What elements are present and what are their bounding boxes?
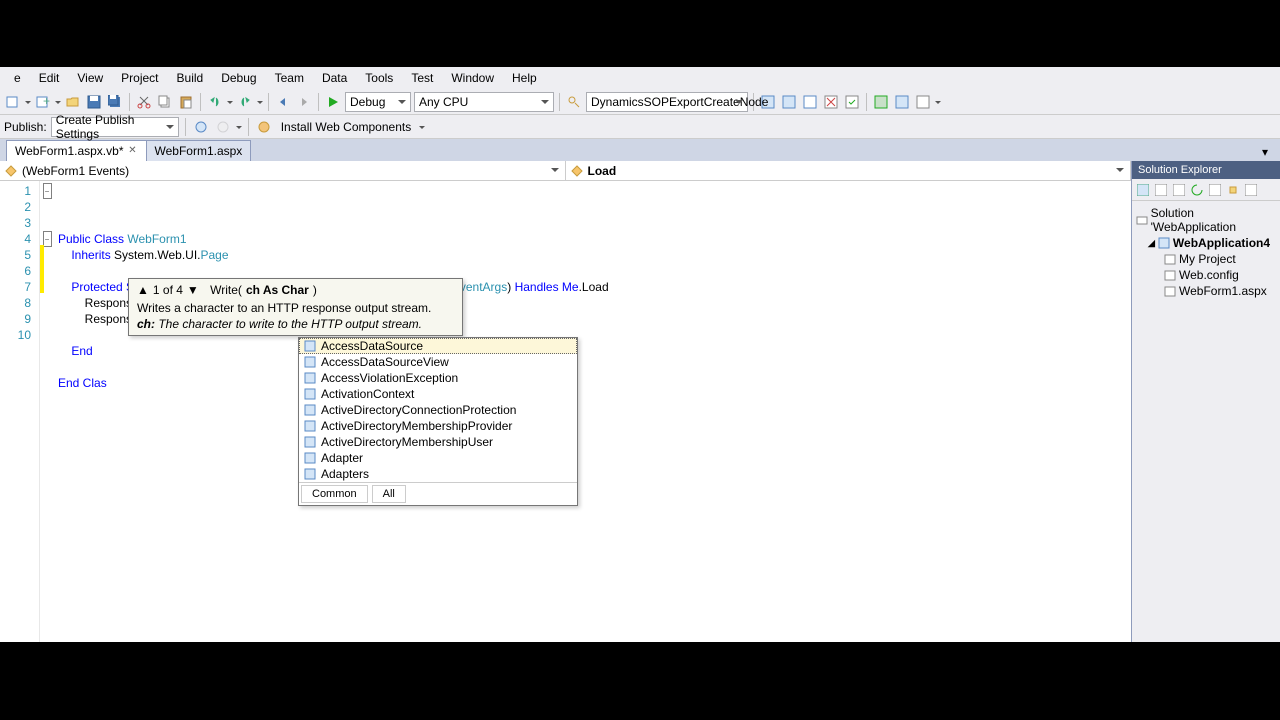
intellisense-item[interactable]: ActiveDirectoryMembershipUser <box>299 434 577 450</box>
intellisense-item[interactable]: Adapter <box>299 450 577 466</box>
intellisense-item[interactable]: ActiveDirectoryMembershipProvider <box>299 418 577 434</box>
menu-item[interactable]: Edit <box>31 69 68 87</box>
find-icon[interactable] <box>565 93 583 111</box>
code-line[interactable] <box>58 359 1131 375</box>
undo-icon[interactable] <box>206 93 224 111</box>
refresh-icon[interactable] <box>1189 182 1205 198</box>
code-line[interactable] <box>58 263 1131 279</box>
nav-fwd-icon[interactable] <box>295 93 313 111</box>
nav-back-icon[interactable] <box>274 93 292 111</box>
explorer-icon[interactable] <box>1135 182 1151 198</box>
next-overload-icon[interactable]: ▼ <box>187 283 199 297</box>
explorer-toolbar <box>1132 179 1280 201</box>
explorer-icon[interactable] <box>1207 182 1223 198</box>
new-project-icon[interactable] <box>4 93 22 111</box>
tree-project[interactable]: ◢ WebApplication4 <box>1134 235 1278 251</box>
method-dropdown[interactable]: Load <box>566 161 1132 180</box>
tb-icon[interactable] <box>914 93 932 111</box>
code-line[interactable]: Public Class WebForm1 <box>58 231 1131 247</box>
tb-icon[interactable] <box>822 93 840 111</box>
tb-icon[interactable] <box>780 93 798 111</box>
code-text[interactable]: Public Class WebForm1 Inherits System.We… <box>54 181 1131 642</box>
menu-item[interactable]: Build <box>169 69 212 87</box>
tb-icon[interactable] <box>843 93 861 111</box>
tree-item[interactable]: Web.config <box>1134 267 1278 283</box>
svg-text:+: + <box>43 95 50 108</box>
intellisense-item[interactable]: AccessDataSource <box>299 338 577 354</box>
solution-explorer: Solution Explorer Solution 'WebApplicati… <box>1132 161 1280 642</box>
intellisense-item[interactable]: AccessDataSourceView <box>299 354 577 370</box>
menu-item[interactable]: Debug <box>213 69 264 87</box>
paste-icon[interactable] <box>177 93 195 111</box>
intellisense-item[interactable]: ActiveDirectoryConnectionProtection <box>299 402 577 418</box>
tb-icon[interactable] <box>893 93 911 111</box>
class-dropdown[interactable]: (WebForm1 Events) <box>0 161 566 180</box>
add-item-icon[interactable]: + <box>34 93 52 111</box>
code-line[interactable]: End Clas <box>58 375 1131 391</box>
redo-icon[interactable] <box>236 93 254 111</box>
menu-item[interactable]: Window <box>443 69 502 87</box>
tab-inactive[interactable]: WebForm1.aspx <box>146 140 252 161</box>
intellisense-tab-all[interactable]: All <box>372 485 406 503</box>
publish-icon[interactable] <box>214 118 232 136</box>
tree-item[interactable]: My Project <box>1134 251 1278 267</box>
menu-item[interactable]: Project <box>113 69 166 87</box>
platform-dropdown[interactable]: Any CPU <box>414 92 554 112</box>
intellisense-tab-common[interactable]: Common <box>301 485 368 503</box>
tb-icon[interactable] <box>801 93 819 111</box>
properties-icon[interactable] <box>1225 182 1241 198</box>
menu-item[interactable]: Team <box>267 69 312 87</box>
save-icon[interactable] <box>85 93 103 111</box>
tree-item[interactable]: WebForm1.aspx <box>1134 283 1278 299</box>
explorer-icon[interactable] <box>1171 182 1187 198</box>
explorer-icon[interactable] <box>1153 182 1169 198</box>
prev-overload-icon[interactable]: ▲ <box>137 283 149 297</box>
tb-icon[interactable] <box>872 93 890 111</box>
tab-active[interactable]: WebForm1.aspx.vb* ✕ <box>6 140 147 161</box>
tree-solution[interactable]: Solution 'WebApplication <box>1134 205 1278 235</box>
explorer-title: Solution Explorer <box>1132 161 1280 179</box>
editor-nav: (WebForm1 Events) Load <box>0 161 1131 181</box>
config-dropdown[interactable]: Debug <box>345 92 411 112</box>
signature-tooltip: ▲ 1 of 4 ▼ Write(ch As Char) Writes a ch… <box>128 278 463 336</box>
code-line[interactable]: End <box>58 343 1131 359</box>
intellisense-popup: AccessDataSourceAccessDataSourceViewAcce… <box>298 337 578 506</box>
start-icon[interactable] <box>324 93 342 111</box>
tab-dropdown-icon[interactable]: ▾ <box>1256 143 1274 161</box>
publish-toolbar: Publish: Create Publish Settings Install… <box>0 115 1280 139</box>
menu-item[interactable]: Tools <box>357 69 401 87</box>
document-tabs: WebForm1.aspx.vb* ✕ WebForm1.aspx ▾ <box>0 139 1280 161</box>
menu-item[interactable]: Help <box>504 69 545 87</box>
publish-label: Publish: <box>4 120 47 134</box>
explorer-icon[interactable] <box>1243 182 1259 198</box>
code-line[interactable]: Inherits System.Web.UI.Page <box>58 247 1131 263</box>
code-editor: (WebForm1 Events) Load 12345678910 −− Pu… <box>0 161 1132 642</box>
menu-bar: e Edit View Project Build Debug Team Dat… <box>0 67 1280 89</box>
menu-item[interactable]: Test <box>403 69 441 87</box>
cut-icon[interactable] <box>135 93 153 111</box>
menu-item[interactable]: e <box>6 69 29 87</box>
save-all-icon[interactable] <box>106 93 124 111</box>
publish-profile-dropdown[interactable]: Create Publish Settings <box>51 117 179 137</box>
intellisense-item[interactable]: ActivationContext <box>299 386 577 402</box>
intellisense-list[interactable]: AccessDataSourceAccessDataSourceViewAcce… <box>299 338 577 482</box>
menu-item[interactable]: Data <box>314 69 355 87</box>
install-components-button[interactable]: Install Web Components <box>277 118 416 136</box>
solution-tree[interactable]: Solution 'WebApplication ◢ WebApplicatio… <box>1132 201 1280 303</box>
startup-dropdown[interactable]: DynamicsSOPExportCreateNode <box>586 92 748 112</box>
open-icon[interactable] <box>64 93 82 111</box>
copy-icon[interactable] <box>156 93 174 111</box>
menu-item[interactable]: View <box>69 69 111 87</box>
line-gutter: 12345678910 <box>0 181 40 642</box>
publish-icon[interactable] <box>192 118 210 136</box>
components-icon[interactable] <box>255 118 273 136</box>
main-toolbar: + Debug Any CPU DynamicsSOPExportCreateN… <box>0 89 1280 115</box>
intellisense-item[interactable]: Adapters <box>299 466 577 482</box>
intellisense-item[interactable]: AccessViolationException <box>299 370 577 386</box>
close-icon[interactable]: ✕ <box>128 146 138 156</box>
